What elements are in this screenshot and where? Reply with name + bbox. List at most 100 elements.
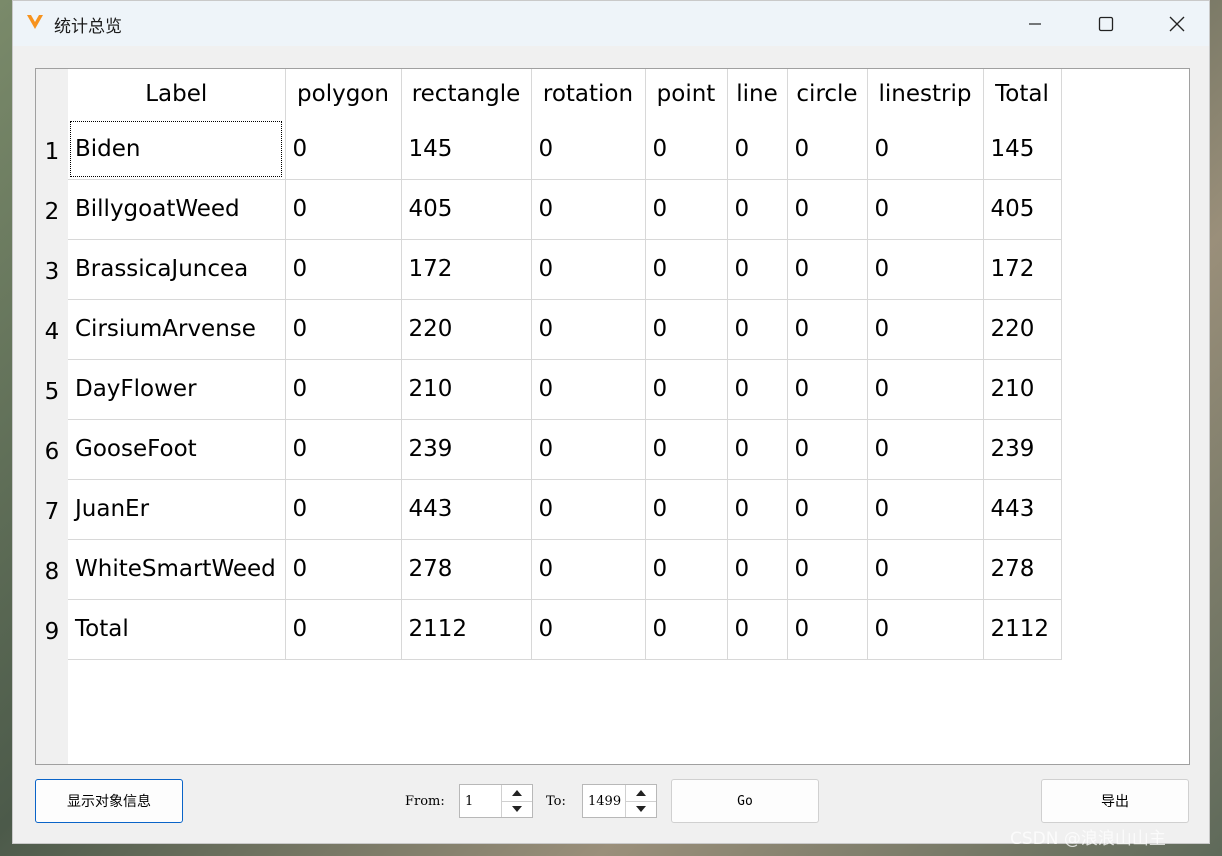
- count-cell[interactable]: 405: [401, 179, 532, 240]
- count-cell[interactable]: 0: [531, 299, 646, 360]
- count-cell[interactable]: 172: [401, 239, 532, 300]
- column-header[interactable]: point: [645, 69, 728, 119]
- count-cell[interactable]: 0: [531, 539, 646, 600]
- count-cell[interactable]: 0: [727, 119, 788, 180]
- count-cell[interactable]: 0: [787, 479, 868, 540]
- count-cell[interactable]: 0: [787, 539, 868, 600]
- close-button[interactable]: [1142, 1, 1212, 46]
- table-row[interactable]: 9 Total 0 2112 0 0 0 0 0 2112: [36, 599, 1062, 660]
- row-number[interactable]: 3: [36, 239, 68, 299]
- maximize-button[interactable]: [1071, 1, 1141, 46]
- statistics-table[interactable]: Label polygon rectangle rotation point l…: [35, 68, 1190, 765]
- table-row[interactable]: 3 BrassicaJuncea 0 172 0 0 0 0 0 172: [36, 239, 1062, 300]
- label-cell[interactable]: DayFlower: [68, 359, 286, 420]
- count-cell[interactable]: 0: [867, 239, 984, 300]
- count-cell[interactable]: 0: [645, 479, 728, 540]
- count-cell[interactable]: 0: [285, 539, 402, 600]
- row-number[interactable]: 8: [36, 539, 68, 599]
- count-cell[interactable]: 0: [787, 119, 868, 180]
- row-number[interactable]: 5: [36, 359, 68, 419]
- count-cell[interactable]: 278: [401, 539, 532, 600]
- count-cell[interactable]: 0: [285, 599, 402, 660]
- label-cell[interactable]: WhiteSmartWeed: [68, 539, 286, 600]
- count-cell[interactable]: 0: [285, 239, 402, 300]
- minimize-button[interactable]: [1000, 1, 1070, 46]
- count-cell[interactable]: 405: [983, 179, 1062, 240]
- count-cell[interactable]: 0: [645, 299, 728, 360]
- show-object-info-button[interactable]: 显示对象信息: [35, 779, 183, 823]
- count-cell[interactable]: 0: [531, 599, 646, 660]
- count-cell[interactable]: 0: [867, 599, 984, 660]
- count-cell[interactable]: 0: [645, 599, 728, 660]
- count-cell[interactable]: 0: [285, 179, 402, 240]
- count-cell[interactable]: 0: [727, 359, 788, 420]
- count-cell[interactable]: 0: [787, 599, 868, 660]
- count-cell[interactable]: 0: [285, 119, 402, 180]
- count-cell[interactable]: 0: [867, 539, 984, 600]
- count-cell[interactable]: 210: [401, 359, 532, 420]
- count-cell[interactable]: 443: [401, 479, 532, 540]
- label-cell[interactable]: BillygoatWeed: [68, 179, 286, 240]
- count-cell[interactable]: 278: [983, 539, 1062, 600]
- row-number[interactable]: 7: [36, 479, 68, 539]
- row-number[interactable]: 2: [36, 179, 68, 239]
- export-button[interactable]: 导出: [1041, 779, 1189, 823]
- column-header[interactable]: line: [727, 69, 788, 119]
- count-cell[interactable]: 0: [787, 179, 868, 240]
- count-cell[interactable]: 0: [645, 419, 728, 480]
- to-value[interactable]: 1499: [588, 794, 621, 809]
- count-cell[interactable]: 0: [787, 299, 868, 360]
- count-cell[interactable]: 0: [787, 239, 868, 300]
- count-cell[interactable]: 0: [645, 239, 728, 300]
- to-increment-button[interactable]: [626, 785, 656, 802]
- label-cell[interactable]: CirsiumArvense: [68, 299, 286, 360]
- row-number[interactable]: 6: [36, 419, 68, 479]
- count-cell[interactable]: 0: [645, 359, 728, 420]
- from-value[interactable]: 1: [465, 794, 473, 809]
- count-cell[interactable]: 145: [401, 119, 532, 180]
- count-cell[interactable]: 0: [285, 359, 402, 420]
- to-spinbox[interactable]: 1499: [582, 784, 657, 818]
- count-cell[interactable]: 443: [983, 479, 1062, 540]
- count-cell[interactable]: 0: [867, 119, 984, 180]
- count-cell[interactable]: 0: [531, 359, 646, 420]
- go-button[interactable]: Go: [671, 779, 819, 823]
- count-cell[interactable]: 0: [645, 539, 728, 600]
- table-row[interactable]: 1 Biden 0 145 0 0 0 0 0 145: [36, 119, 1062, 180]
- count-cell[interactable]: 0: [727, 299, 788, 360]
- column-header[interactable]: circle: [787, 69, 868, 119]
- count-cell[interactable]: 0: [531, 479, 646, 540]
- corner-cell[interactable]: [36, 69, 68, 119]
- count-cell[interactable]: 2112: [401, 599, 532, 660]
- table-row[interactable]: 4 CirsiumArvense 0 220 0 0 0 0 0 220: [36, 299, 1062, 360]
- to-decrement-button[interactable]: [626, 801, 656, 817]
- count-cell[interactable]: 0: [867, 179, 984, 240]
- count-cell[interactable]: 0: [867, 479, 984, 540]
- table-row[interactable]: 7 JuanEr 0 443 0 0 0 0 0 443: [36, 479, 1062, 540]
- count-cell[interactable]: 0: [867, 359, 984, 420]
- count-cell[interactable]: 239: [401, 419, 532, 480]
- count-cell[interactable]: 0: [531, 179, 646, 240]
- label-cell[interactable]: GooseFoot: [68, 419, 286, 480]
- table-row[interactable]: 5 DayFlower 0 210 0 0 0 0 0 210: [36, 359, 1062, 420]
- count-cell[interactable]: 0: [727, 419, 788, 480]
- count-cell[interactable]: 220: [983, 299, 1062, 360]
- table-row[interactable]: 6 GooseFoot 0 239 0 0 0 0 0 239: [36, 419, 1062, 480]
- label-cell[interactable]: Biden: [68, 119, 286, 180]
- count-cell[interactable]: 0: [285, 479, 402, 540]
- count-cell[interactable]: 2112: [983, 599, 1062, 660]
- count-cell[interactable]: 0: [727, 239, 788, 300]
- row-number[interactable]: 4: [36, 299, 68, 359]
- table-row[interactable]: 8 WhiteSmartWeed 0 278 0 0 0 0 0 278: [36, 539, 1062, 600]
- row-number[interactable]: 9: [36, 599, 68, 659]
- count-cell[interactable]: 145: [983, 119, 1062, 180]
- count-cell[interactable]: 0: [727, 179, 788, 240]
- from-increment-button[interactable]: [502, 785, 532, 802]
- count-cell[interactable]: 239: [983, 419, 1062, 480]
- count-cell[interactable]: 0: [645, 119, 728, 180]
- column-header[interactable]: linestrip: [867, 69, 984, 119]
- count-cell[interactable]: 0: [645, 179, 728, 240]
- column-header[interactable]: Total: [983, 69, 1062, 119]
- column-header[interactable]: polygon: [285, 69, 402, 119]
- column-header[interactable]: rectangle: [401, 69, 532, 119]
